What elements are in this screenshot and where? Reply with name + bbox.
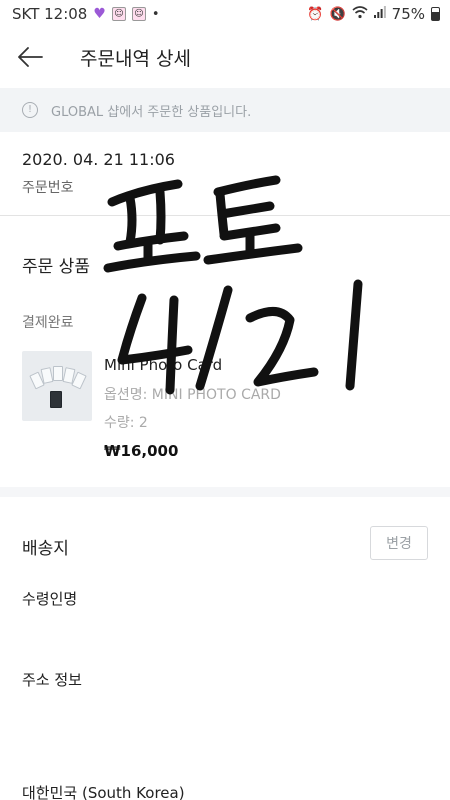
signal-icon bbox=[373, 6, 386, 22]
global-shop-notice: ! GLOBAL 샵에서 주문한 상품입니다. bbox=[0, 88, 450, 132]
payment-status: 결제완료 bbox=[22, 315, 74, 331]
battery-percent: 75% bbox=[391, 5, 425, 23]
address-label: 주소 정보 bbox=[22, 671, 82, 689]
product-quantity: 수량: 2 bbox=[104, 415, 148, 431]
mute-icon: 🔇 bbox=[329, 6, 346, 22]
app-header: 주문내역 상세 bbox=[0, 28, 450, 86]
alarm-icon: ⏰ bbox=[307, 6, 324, 22]
order-datetime: 2020. 04. 21 11:06 bbox=[22, 150, 175, 169]
shipping-title: 배송지 bbox=[22, 539, 69, 559]
dot-icon: • bbox=[151, 6, 160, 22]
order-number-label: 주문번호 bbox=[22, 180, 74, 196]
section-separator bbox=[0, 487, 450, 497]
wifi-icon bbox=[352, 5, 368, 23]
shipping-country: 대한민국 (South Korea) bbox=[22, 784, 185, 800]
product-price: ₩16,000 bbox=[104, 442, 179, 460]
app-notification-icon: ☺ bbox=[131, 7, 146, 21]
carrier-time: SKT 12:08 bbox=[12, 5, 88, 23]
status-right: ⏰ 🔇 75% bbox=[307, 5, 440, 23]
status-bar: SKT 12:08 ♥ ☺ ☺ • ⏰ 🔇 75% bbox=[0, 0, 450, 28]
notice-text: GLOBAL 샵에서 주문한 상품입니다. bbox=[51, 104, 252, 120]
info-icon: ! bbox=[22, 102, 38, 118]
divider bbox=[0, 215, 450, 216]
recipient-label: 수령인명 bbox=[22, 590, 78, 608]
photo-card-shape bbox=[50, 391, 62, 408]
app-notification-icon: ☺ bbox=[111, 7, 126, 21]
battery-icon bbox=[431, 7, 440, 21]
back-arrow-icon[interactable] bbox=[0, 28, 60, 86]
ordered-products-title: 주문 상품 bbox=[22, 257, 90, 277]
photo-card-shape bbox=[53, 366, 63, 381]
product-name[interactable]: Mini Photo Card bbox=[104, 356, 222, 374]
change-address-button[interactable]: 변경 bbox=[370, 526, 428, 560]
product-thumbnail[interactable] bbox=[22, 351, 92, 421]
page-title: 주문내역 상세 bbox=[80, 47, 191, 70]
heart-icon: ♥ bbox=[93, 6, 106, 22]
product-option: 옵션명: MINI PHOTO CARD bbox=[104, 387, 281, 403]
status-left: SKT 12:08 ♥ ☺ ☺ • bbox=[12, 5, 160, 23]
photo-card-shape bbox=[40, 367, 54, 384]
